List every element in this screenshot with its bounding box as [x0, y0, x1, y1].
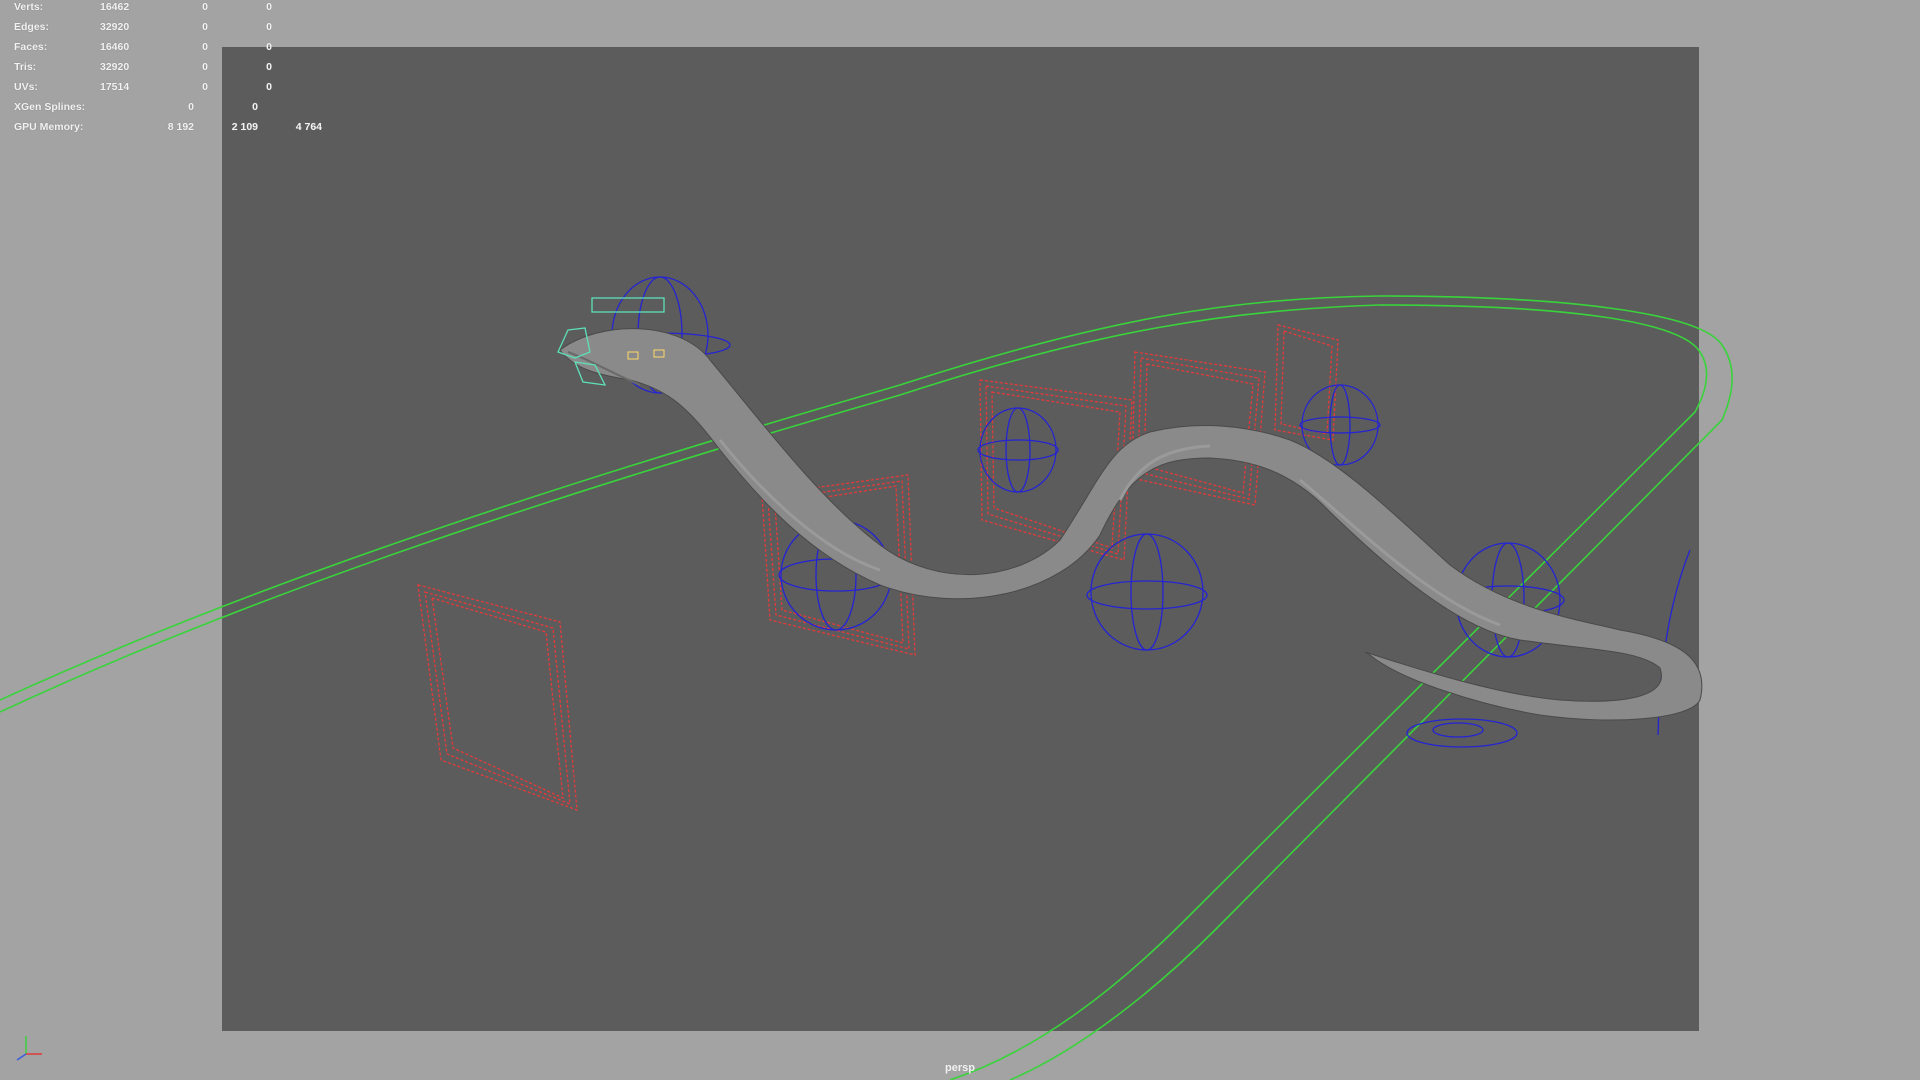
- joint-control-1: [977, 407, 1059, 493]
- control-frame-back: [1274, 324, 1339, 441]
- hud-value: 32920: [100, 21, 130, 33]
- hud-label: GPU Memory:: [14, 121, 84, 133]
- hud-value: 4 764: [295, 121, 322, 133]
- hud-value: 0: [202, 61, 208, 73]
- hud-value: 0: [202, 41, 208, 53]
- hud-value: 0: [188, 101, 194, 113]
- xyz-axis-icon: [16, 1036, 42, 1061]
- hud-label: XGen Splines:: [14, 101, 86, 113]
- hud-value: 0: [202, 1, 208, 13]
- hud-value: 0: [266, 81, 272, 93]
- hud-value: 0: [266, 21, 272, 33]
- hud-value: 0: [266, 61, 272, 73]
- hud-value: 0: [266, 41, 272, 53]
- joint-control-2: [1086, 533, 1208, 651]
- hud-label: Edges:: [14, 21, 50, 33]
- hud-value: 0: [202, 21, 208, 33]
- camera-name-label: persp: [945, 1062, 975, 1074]
- hud-value: 32920: [100, 61, 130, 73]
- hud-value: 17514: [100, 81, 130, 93]
- snake-mesh[interactable]: [559, 328, 1703, 721]
- hud-value: 16462: [100, 1, 130, 13]
- viewport-panel[interactable]: Verts: 16462 0 0 Edges: 32920 0 0 Faces:…: [0, 0, 1920, 1080]
- hud-value: 16460: [100, 41, 130, 53]
- hud-label: Tris:: [14, 61, 37, 73]
- hud-label: Verts:: [14, 1, 44, 13]
- hud-value: 0: [252, 101, 258, 113]
- hud-label: Faces:: [14, 41, 48, 53]
- hud-value: 0: [202, 81, 208, 93]
- blue-joint-controls[interactable]: [589, 276, 1691, 748]
- control-frame-front: [417, 584, 578, 811]
- hud-value: 8 192: [167, 121, 194, 133]
- hud-value: 2 109: [231, 121, 258, 133]
- hud-label: UVs:: [14, 81, 38, 93]
- hud-value: 0: [266, 1, 272, 13]
- scene-view[interactable]: [0, 0, 1920, 1080]
